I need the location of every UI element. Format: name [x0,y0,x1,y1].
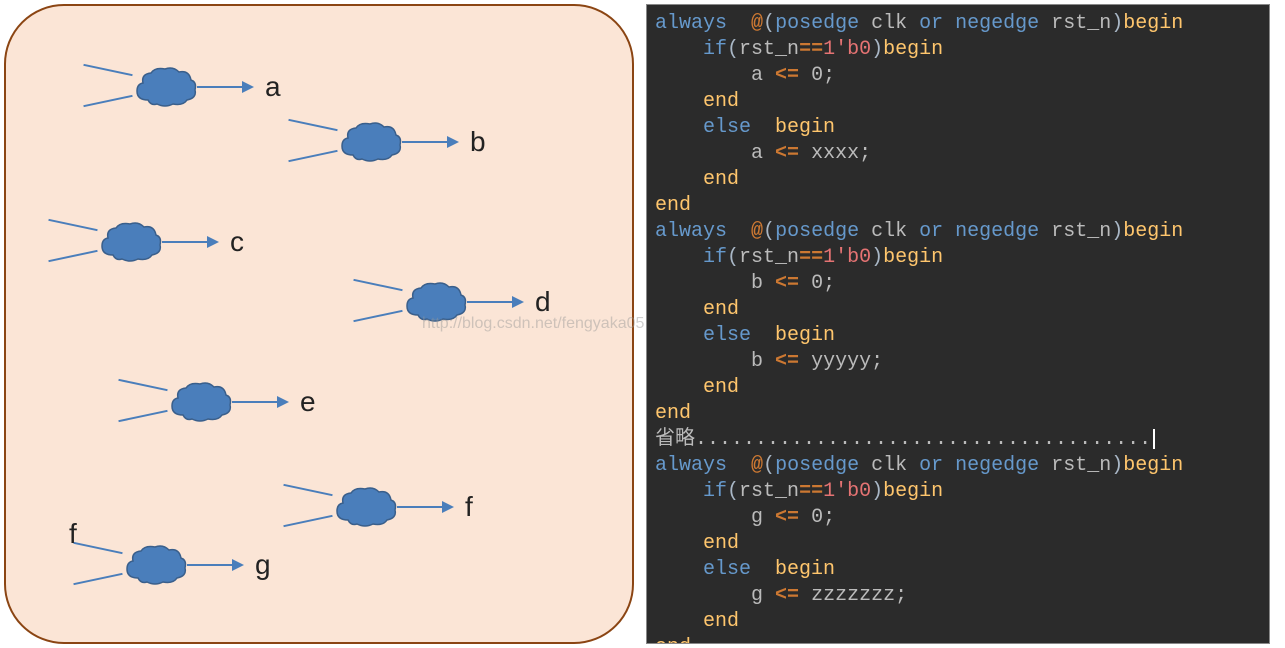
node-label-c: c [230,226,244,258]
output-arrow [162,241,217,243]
node-label-a: a [265,71,281,103]
code-line: 省略...................................... [655,427,1261,453]
code-line: always @(posedge clk or negedge rst_n)be… [655,11,1261,37]
node-label-d: d [535,286,551,318]
input-arrow-2 [48,250,97,262]
code-line: a <= 0; [655,63,1261,89]
code-line: if(rst_n==1'b0)begin [655,37,1261,63]
cloud-node-b: b [336,121,404,163]
output-arrow [232,401,287,403]
code-line: always @(posedge clk or negedge rst_n)be… [655,453,1261,479]
code-line: end [655,635,1261,644]
code-line: g <= 0; [655,505,1261,531]
node-label-f: f [465,491,473,523]
input-arrow-2 [118,410,167,422]
input-arrow-2 [283,515,332,527]
cloud-icon [131,66,199,108]
watermark-text: http://blog.csdn.net/fengyaka05 [422,315,644,333]
node-label-e: e [300,386,316,418]
cloud-icon [336,121,404,163]
input-arrow-2 [73,573,122,585]
code-line: end [655,375,1261,401]
node-label-g: g [255,549,271,581]
code-line: end [655,89,1261,115]
cloud-node-e: e [166,381,234,423]
input-arrow-1 [73,542,122,554]
code-line: a <= xxxx; [655,141,1261,167]
code-line: if(rst_n==1'b0)begin [655,245,1261,271]
code-line: b <= 0; [655,271,1261,297]
code-line: else begin [655,115,1261,141]
input-arrow-1 [118,379,167,391]
input-arrow-1 [83,64,132,76]
code-line: end [655,531,1261,557]
output-arrow [187,564,242,566]
input-arrow-2 [353,310,402,322]
input-arrow-1 [48,219,97,231]
output-arrow [397,506,452,508]
code-line: b <= yyyyy; [655,349,1261,375]
code-line: always @(posedge clk or negedge rst_n)be… [655,219,1261,245]
input-arrow-2 [288,150,337,162]
output-arrow [402,141,457,143]
code-line: end [655,609,1261,635]
cloud-node-g: f g [121,544,189,586]
cloud-icon [121,544,189,586]
code-line: if(rst_n==1'b0)begin [655,479,1261,505]
input-arrow-1 [288,119,337,131]
code-line: end [655,297,1261,323]
cloud-icon [331,486,399,528]
code-line: end [655,193,1261,219]
cloud-node-f: f [331,486,399,528]
cloud-icon [96,221,164,263]
node-label-b: b [470,126,486,158]
cursor-icon [1153,429,1155,449]
code-line: else begin [655,323,1261,349]
input-arrow-1 [283,484,332,496]
code-panel: always @(posedge clk or negedge rst_n)be… [646,4,1270,644]
code-line: end [655,401,1261,427]
input-arrow-1 [353,279,402,291]
cloud-icon [166,381,234,423]
cloud-node-c: c [96,221,164,263]
input-arrow-2 [83,95,132,107]
extra-input-label: f [69,518,77,550]
code-line: end [655,167,1261,193]
output-arrow [467,301,522,303]
cloud-node-a: a [131,66,199,108]
output-arrow [197,86,252,88]
code-line: else begin [655,557,1261,583]
code-line: g <= zzzzzzz; [655,583,1261,609]
